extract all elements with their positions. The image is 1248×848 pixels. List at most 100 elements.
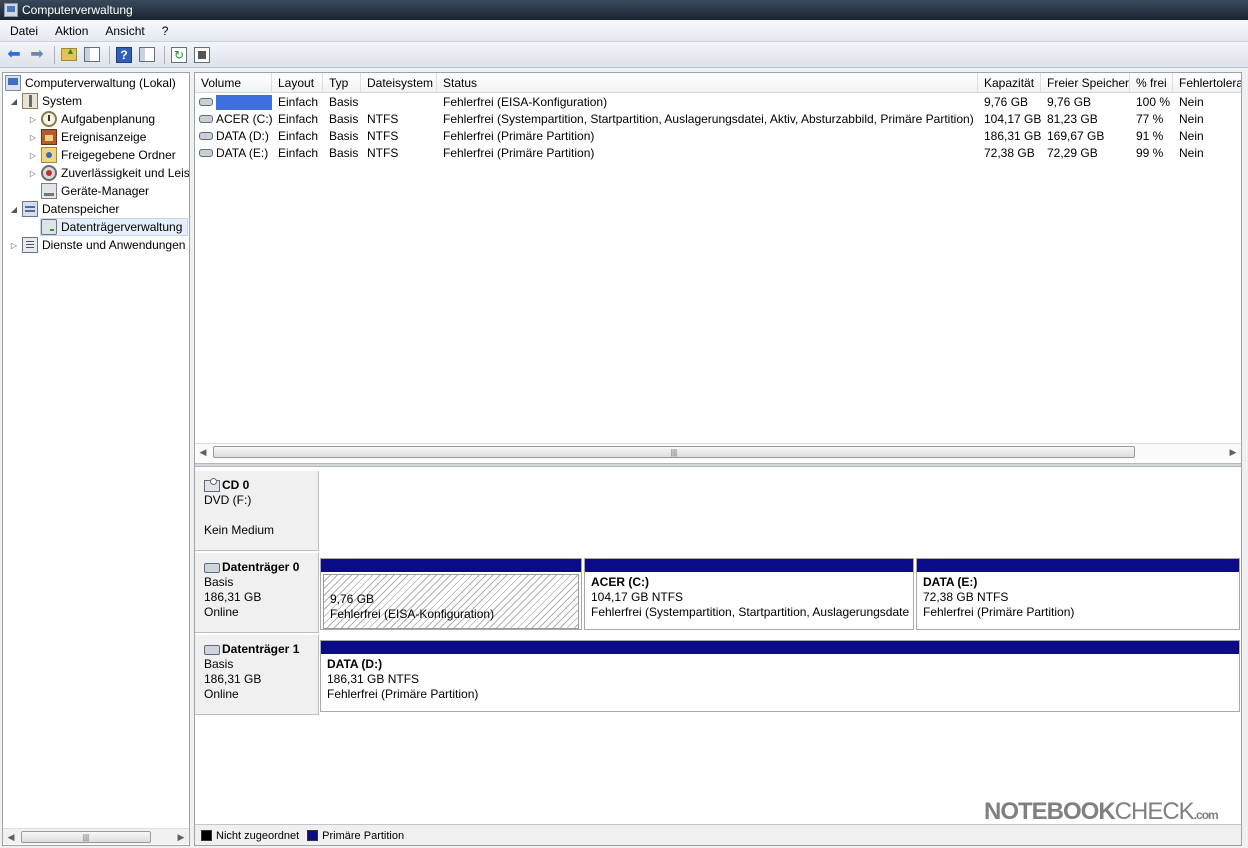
tree-item-dienste[interactable]: ▷ Dienste und Anwendungen <box>9 236 185 254</box>
cell-status: Fehlerfrei (Systempartition, Startpartit… <box>443 112 974 126</box>
partition-title: ACER (C:) <box>591 575 649 589</box>
help-icon: ? <box>116 46 132 63</box>
toolbar-separator <box>54 45 55 64</box>
partition-title: DATA (E:) <box>923 575 978 589</box>
tree-horizontal-scrollbar[interactable]: ◀ ||| ▶ <box>3 828 189 844</box>
storage-icon <box>22 201 38 217</box>
tree-label: Freigegebene Ordner <box>61 148 176 162</box>
help-button[interactable]: ? <box>114 45 134 65</box>
export-list-icon <box>194 46 210 63</box>
cell-layout: Einfach <box>278 146 319 160</box>
scroll-right-icon[interactable]: ▶ <box>1225 444 1241 460</box>
menu-datei[interactable]: Datei <box>3 24 45 38</box>
cell-typ: Basis <box>329 95 359 109</box>
disk-label-datentraeger-1[interactable]: Datenträger 1 Basis 186,31 GB Online <box>195 635 319 715</box>
volume-name: DATA (D:) <box>216 129 269 143</box>
tree-label: Dienste und Anwendungen <box>42 238 186 252</box>
tree-item-aufgabenplanung[interactable]: ▷ Aufgabenplanung <box>28 110 155 128</box>
forward-button[interactable]: ➡ <box>27 45 47 65</box>
scroll-thumb[interactable]: ||| <box>213 446 1135 458</box>
tree-item-freigegebene-ordner[interactable]: ▷ Freigegebene Ordner <box>28 146 176 164</box>
partition-body: 9,76 GB Fehlerfrei (EISA-Konfiguration) <box>323 574 579 629</box>
scroll-left-icon[interactable]: ◀ <box>3 829 19 845</box>
up-button[interactable] <box>59 45 79 65</box>
hard-disk-icon <box>204 562 220 573</box>
watermark-logo: NOTEBOOKCHECK.com <box>984 798 1219 826</box>
services-icon <box>22 237 38 253</box>
tree-label: System <box>42 94 83 108</box>
selected-volume-name[interactable] <box>216 95 272 111</box>
menu-ansicht[interactable]: Ansicht <box>98 24 151 38</box>
toolbar: ⬅ ➡ ? ↻ <box>0 42 1248 68</box>
collapsed-arrow-icon[interactable]: ▷ <box>28 133 38 142</box>
cell-status: Fehlerfrei (Primäre Partition) <box>443 129 595 143</box>
partition-acer-c[interactable]: ACER (C:) 104,17 GB NTFS Fehlerfrei (Sys… <box>584 558 914 630</box>
column-freier-speicher[interactable]: Freier Speicher <box>1041 73 1130 93</box>
volume-row[interactable]: DATA (D:) Einfach Basis NTFS Fehlerfrei … <box>195 128 1241 145</box>
scroll-left-icon[interactable]: ◀ <box>195 444 211 460</box>
column-prozent-frei[interactable]: % frei <box>1130 73 1173 93</box>
cell-dateisystem: NTFS <box>367 112 399 126</box>
volume-list-horizontal-scrollbar[interactable]: ◀ ||| ▶ <box>195 443 1241 459</box>
show-hide-console-tree-icon <box>84 47 100 62</box>
column-kapazitaet[interactable]: Kapazität <box>978 73 1041 93</box>
partition-eisa[interactable]: 9,76 GB Fehlerfrei (EISA-Konfiguration) <box>320 558 582 630</box>
show-hide-action-pane-button[interactable] <box>137 45 157 65</box>
disk-label-cd0[interactable]: CD 0 DVD (F:) Kein Medium <box>195 471 319 551</box>
show-hide-action-pane-icon <box>139 47 155 62</box>
cell-prozent-frei: 99 % <box>1136 146 1164 160</box>
reliability-icon <box>41 165 57 181</box>
menu-aktion[interactable]: Aktion <box>48 24 95 38</box>
collapsed-arrow-icon[interactable]: ▷ <box>9 241 19 250</box>
disk-management-pane: Volume Layout Typ Dateisystem Status Kap… <box>194 72 1242 846</box>
tree-item-zuverlaessigkeit[interactable]: ▷ Zuverlässigkeit und Leis <box>28 164 189 182</box>
cell-fehlertoleranz: Nein <box>1179 95 1204 109</box>
cell-prozent-frei: 77 % <box>1136 112 1164 126</box>
refresh-button[interactable]: ↻ <box>169 45 189 65</box>
volume-row[interactable]: DATA (E:) Einfach Basis NTFS Fehlerfrei … <box>195 145 1241 162</box>
tree-label: Aufgabenplanung <box>61 112 156 126</box>
column-dateisystem[interactable]: Dateisystem <box>361 73 437 93</box>
tree-label: Datenträgerverwaltung <box>61 220 183 234</box>
disk-label-datentraeger-0[interactable]: Datenträger 0 Basis 186,31 GB Online <box>195 553 319 633</box>
partition-bar <box>321 641 1239 654</box>
cell-typ: Basis <box>329 112 359 126</box>
partition-bar <box>917 559 1239 572</box>
volume-icon <box>199 131 213 140</box>
cell-freier-speicher: 81,23 GB <box>1047 112 1098 126</box>
tree-item-geraete-manager[interactable]: Geräte-Manager <box>41 182 149 200</box>
scroll-right-icon[interactable]: ▶ <box>173 829 189 845</box>
volume-list-header: Volume Layout Typ Dateisystem Status Kap… <box>195 73 1241 93</box>
clock-icon <box>41 111 57 127</box>
disk-size: 186,31 GB <box>204 672 262 686</box>
back-button[interactable]: ⬅ <box>4 45 24 65</box>
column-volume[interactable]: Volume <box>195 73 272 93</box>
scroll-thumb[interactable]: ||| <box>21 831 151 843</box>
tree-item-datentraegerverwaltung[interactable]: Datenträgerverwaltung <box>40 218 188 236</box>
tree-item-root[interactable]: Computerverwaltung (Lokal) <box>5 74 176 92</box>
partition-data-d[interactable]: DATA (D:) 186,31 GB NTFS Fehlerfrei (Pri… <box>320 640 1240 712</box>
collapsed-arrow-icon[interactable]: ▷ <box>28 151 38 160</box>
disk-type: DVD (F:) <box>204 493 252 507</box>
column-fehlertoleranz[interactable]: Fehlertolera <box>1173 73 1241 93</box>
tree-item-system[interactable]: ◢ System <box>9 92 82 110</box>
legend-swatch-primary <box>307 830 319 841</box>
collapsed-arrow-icon[interactable]: ▷ <box>28 115 38 124</box>
partition-data-e[interactable]: DATA (E:) 72,38 GB NTFS Fehlerfrei (Prim… <box>916 558 1240 630</box>
collapsed-arrow-icon[interactable]: ▷ <box>28 169 38 178</box>
tree-label: Datenspeicher <box>42 202 120 216</box>
tree-item-ereignisanzeige[interactable]: ▷ Ereignisanzeige <box>28 128 146 146</box>
expanded-arrow-icon[interactable]: ◢ <box>9 97 19 106</box>
export-list-button[interactable] <box>192 45 212 65</box>
column-layout[interactable]: Layout <box>272 73 323 93</box>
volume-row[interactable]: ACER (C:) Einfach Basis NTFS Fehlerfrei … <box>195 111 1241 128</box>
console-tree[interactable]: Computerverwaltung (Lokal) ◢ System ▷ Au… <box>2 72 190 846</box>
column-typ[interactable]: Typ <box>323 73 361 93</box>
column-status[interactable]: Status <box>437 73 978 93</box>
pane-splitter[interactable] <box>195 463 1241 467</box>
menu-help[interactable]: ? <box>155 24 176 38</box>
volume-row[interactable]: Einfach Basis Fehlerfrei (EISA-Konfigura… <box>195 94 1241 111</box>
expanded-arrow-icon[interactable]: ◢ <box>9 205 19 214</box>
show-hide-tree-button[interactable] <box>82 45 102 65</box>
tree-item-datenspeicher[interactable]: ◢ Datenspeicher <box>9 200 119 218</box>
